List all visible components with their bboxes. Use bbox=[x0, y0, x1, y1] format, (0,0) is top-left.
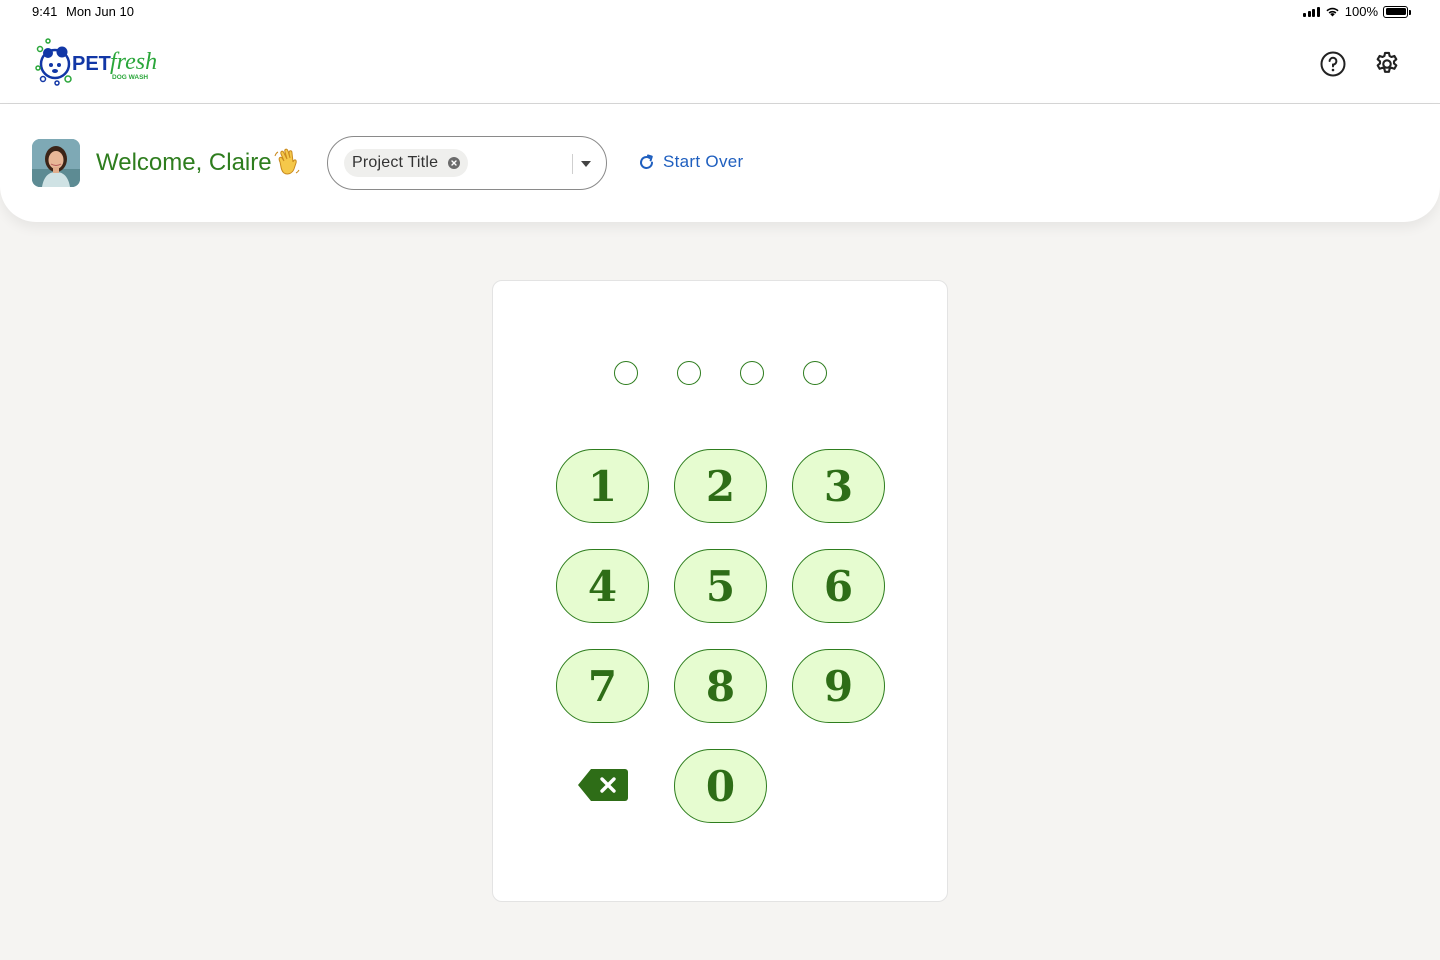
gear-icon bbox=[1376, 51, 1398, 73]
pin-dot bbox=[803, 361, 827, 385]
project-chip[interactable]: Project Title bbox=[344, 149, 469, 177]
refresh-icon bbox=[640, 154, 653, 169]
battery-icon bbox=[1383, 5, 1411, 18]
cellular-signal-icon bbox=[1303, 6, 1320, 17]
chip-remove-icon[interactable] bbox=[448, 157, 461, 169]
pin-dot bbox=[740, 361, 764, 385]
status-date: Mon Jun 10 bbox=[66, 4, 134, 19]
key-0[interactable]: 0 bbox=[674, 749, 767, 823]
chevron-down-icon[interactable] bbox=[581, 161, 591, 167]
key-8[interactable]: 8 bbox=[674, 649, 767, 723]
backspace-icon bbox=[578, 769, 628, 801]
key-5[interactable]: 5 bbox=[674, 549, 767, 623]
welcome-bar: Welcome, Claire Project Title Start Over bbox=[0, 104, 1440, 222]
backspace-button[interactable] bbox=[573, 763, 633, 807]
wifi-icon bbox=[1326, 7, 1339, 17]
battery-percent: 100% bbox=[1344, 4, 1378, 19]
key-2[interactable]: 2 bbox=[674, 449, 767, 523]
status-time: 9:41 bbox=[32, 4, 58, 19]
key-7[interactable]: 7 bbox=[556, 649, 649, 723]
avatar[interactable] bbox=[32, 139, 80, 187]
start-over-button[interactable]: Start Over bbox=[638, 152, 743, 172]
logo-pet-text: PET bbox=[72, 53, 111, 75]
pin-keypad-card: 1 2 3 4 5 6 7 8 9 0 bbox=[492, 280, 948, 902]
select-divider bbox=[572, 154, 573, 174]
logo-sub-text: DOG WASH bbox=[112, 74, 148, 81]
petfresh-logo[interactable]: PET fresh DOG WASH bbox=[34, 38, 166, 88]
key-6[interactable]: 6 bbox=[792, 549, 885, 623]
project-chip-label: Project Title bbox=[352, 154, 439, 171]
status-bar: 9:41 Mon Jun 10 100% bbox=[0, 0, 1440, 24]
key-4[interactable]: 4 bbox=[556, 549, 649, 623]
key-9[interactable]: 9 bbox=[792, 649, 885, 723]
help-button[interactable] bbox=[1317, 48, 1349, 80]
help-circle-icon bbox=[1320, 51, 1346, 77]
pin-dot bbox=[677, 361, 701, 385]
welcome-greeting: Welcome, Claire bbox=[96, 149, 272, 176]
key-1[interactable]: 1 bbox=[556, 449, 649, 523]
app-header: PET fresh DOG WASH bbox=[0, 24, 1440, 104]
pin-dot bbox=[614, 361, 638, 385]
start-over-label: Start Over bbox=[663, 152, 744, 171]
waving-hand-icon bbox=[274, 148, 300, 176]
key-3[interactable]: 3 bbox=[792, 449, 885, 523]
settings-button[interactable] bbox=[1371, 48, 1403, 80]
status-indicators: 100% bbox=[1303, 4, 1411, 19]
project-select[interactable]: Project Title bbox=[327, 136, 607, 190]
logo-fresh-text: fresh bbox=[110, 49, 157, 75]
